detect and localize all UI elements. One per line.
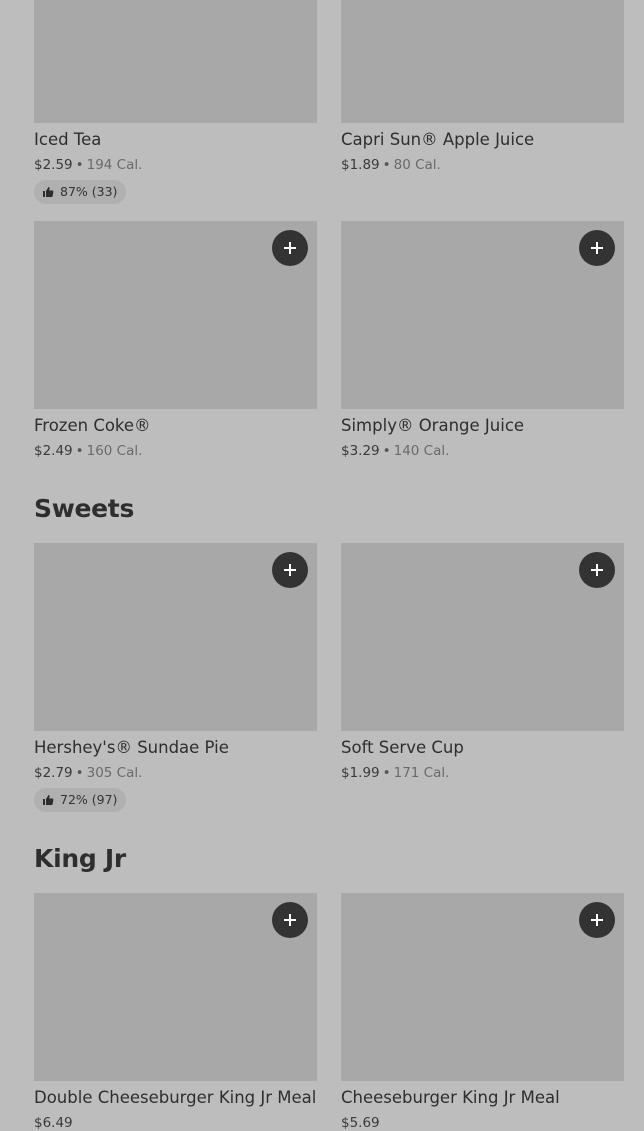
thumbs-up-icon — [43, 795, 54, 805]
add-to-cart-button[interactable] — [579, 902, 615, 938]
rating-badge: 72% (97) — [34, 788, 127, 812]
item-meta: $3.29 • 140 Cal. — [341, 443, 449, 459]
plus-icon — [284, 914, 296, 926]
item-meta: $6.49 — [34, 1115, 73, 1131]
item-name: Hershey's® Sundae Pie — [34, 738, 229, 757]
separator: • — [382, 765, 391, 781]
item-price: $2.59 — [34, 157, 73, 173]
item-price: $2.49 — [34, 443, 73, 459]
add-to-cart-button[interactable] — [579, 230, 615, 266]
add-to-cart-button[interactable] — [272, 552, 308, 588]
item-image[interactable] — [341, 0, 624, 123]
item-price: $1.89 — [341, 157, 380, 173]
section-title-king-jr: King Jr — [34, 844, 126, 873]
separator: • — [382, 443, 391, 459]
add-to-cart-button[interactable] — [272, 230, 308, 266]
separator: • — [75, 443, 84, 459]
add-to-cart-button[interactable] — [579, 552, 615, 588]
rating-badge: 87% (33) — [34, 180, 127, 204]
menu-page: Iced Tea $2.59 • 194 Cal. 87% (33) Capri S… — [0, 0, 644, 1131]
item-price: $6.49 — [34, 1115, 73, 1131]
rating-text: 87% (33) — [60, 184, 118, 199]
item-calories: 140 Cal. — [393, 443, 450, 459]
item-price: $1.99 — [341, 765, 380, 781]
separator: • — [75, 157, 84, 173]
item-price: $5.69 — [341, 1115, 380, 1131]
item-calories: 171 Cal. — [393, 765, 450, 781]
rating-text: 72% (97) — [60, 792, 118, 807]
item-meta: $2.79 • 305 Cal. — [34, 765, 142, 781]
thumbs-up-icon — [43, 187, 54, 197]
separator: • — [75, 765, 84, 781]
plus-icon — [591, 242, 603, 254]
item-name: Double Cheeseburger King Jr Meal — [34, 1088, 317, 1107]
item-name: Frozen Coke® — [34, 416, 151, 435]
item-name: Iced Tea — [34, 130, 102, 149]
item-calories: 305 Cal. — [86, 765, 143, 781]
item-meta: $2.59 • 194 Cal. — [34, 157, 142, 173]
item-meta: $5.69 — [341, 1115, 380, 1131]
section-title-sweets: Sweets — [34, 494, 135, 523]
item-name: Cheeseburger King Jr Meal — [341, 1088, 560, 1107]
item-name: Simply® Orange Juice — [341, 416, 525, 435]
plus-icon — [284, 242, 296, 254]
item-image[interactable] — [34, 0, 317, 123]
add-to-cart-button[interactable] — [272, 902, 308, 938]
item-name: Capri Sun® Apple Juice — [341, 130, 535, 149]
plus-icon — [591, 564, 603, 576]
item-calories: 160 Cal. — [86, 443, 143, 459]
item-calories: 80 Cal. — [393, 157, 441, 173]
item-meta: $1.99 • 171 Cal. — [341, 765, 449, 781]
item-name: Soft Serve Cup — [341, 738, 464, 757]
item-meta: $2.49 • 160 Cal. — [34, 443, 142, 459]
plus-icon — [591, 914, 603, 926]
item-meta: $1.89 • 80 Cal. — [341, 157, 441, 173]
item-price: $2.79 — [34, 765, 73, 781]
plus-icon — [284, 564, 296, 576]
separator: • — [382, 157, 391, 173]
item-calories: 194 Cal. — [86, 157, 143, 173]
item-price: $3.29 — [341, 443, 380, 459]
